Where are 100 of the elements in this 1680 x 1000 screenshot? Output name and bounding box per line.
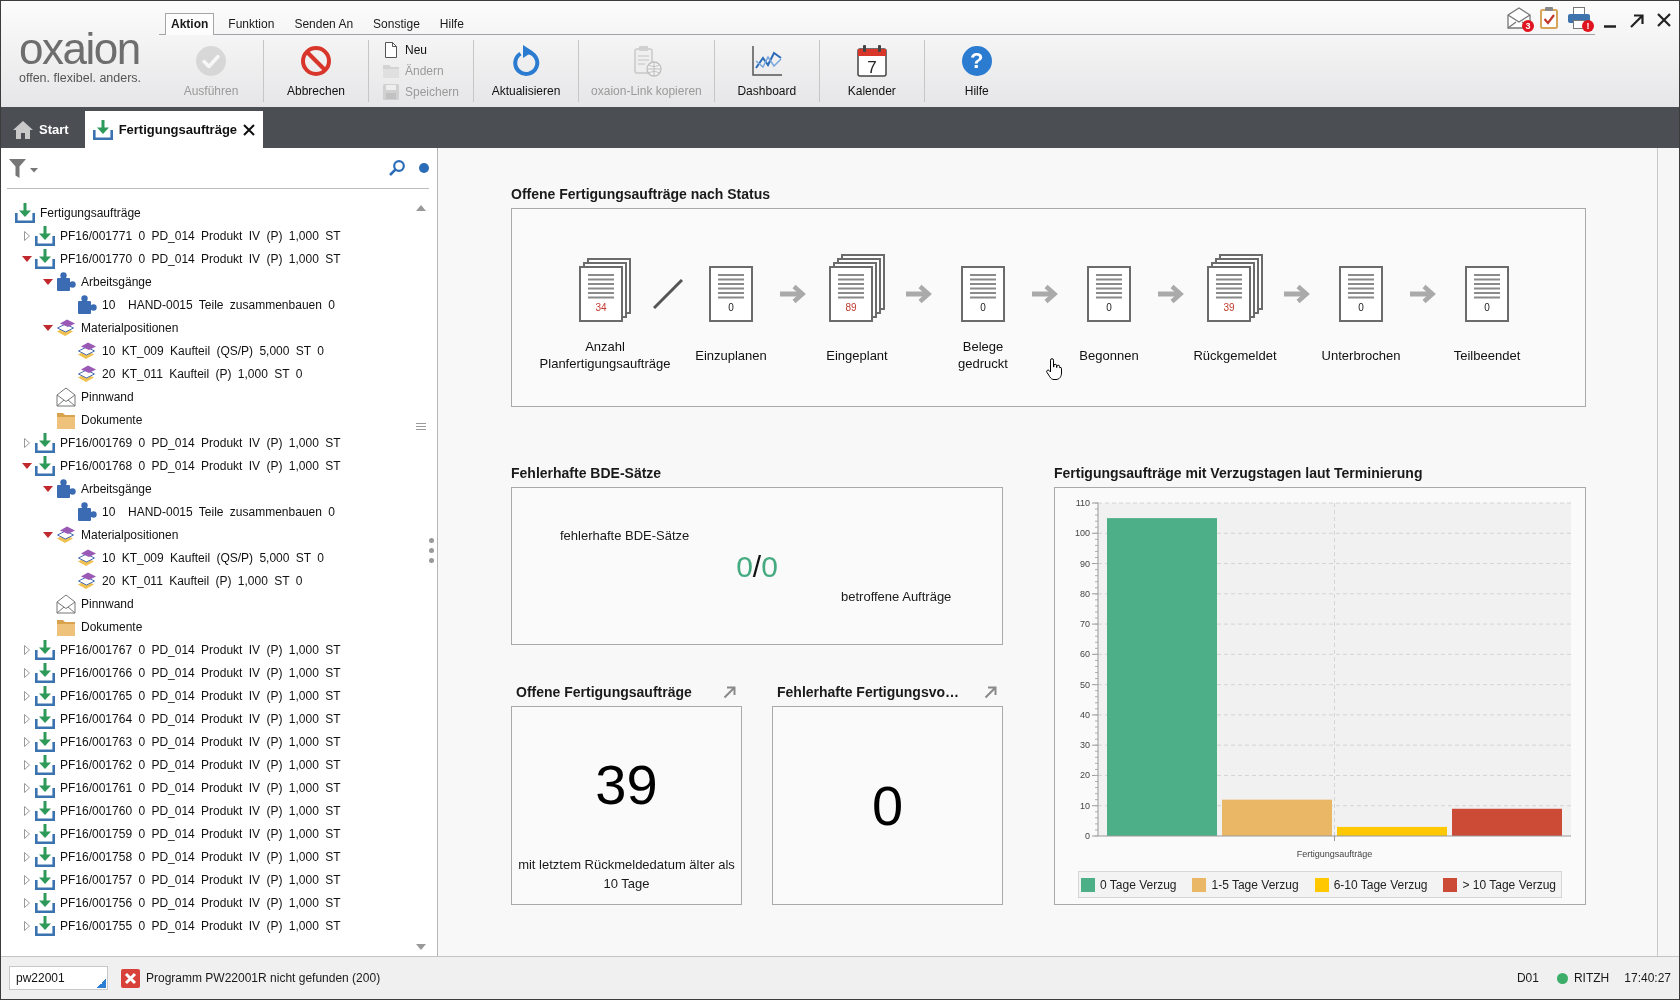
- scroll-up-icon[interactable]: [416, 205, 426, 211]
- tree-item[interactable]: PF16/001759 0 PD_014 Produkt IV (P) 1,000 ST: [60, 826, 341, 841]
- scroll-down-icon[interactable]: [416, 944, 426, 950]
- caret-right-icon[interactable]: [24, 437, 30, 448]
- caret-right-icon[interactable]: [24, 667, 30, 678]
- tree-item[interactable]: Arbeitsgänge: [81, 274, 152, 289]
- kpi-tile[interactable]: 39 mit letztem Rückmeldedatum älter als 10 Tage: [511, 706, 742, 905]
- tree-item[interactable]: PF16/001768 0 PD_014 Produkt IV (P) 1,000 ST: [60, 458, 341, 473]
- document-icon[interactable]: [1339, 266, 1383, 322]
- kpi-value: 39: [595, 754, 658, 816]
- tree-item[interactable]: Materialpositionen: [81, 527, 179, 542]
- tree-item[interactable]: Fertigungsaufträge: [40, 205, 141, 220]
- envelope-icon[interactable]: 3: [1507, 6, 1531, 29]
- caret-right-icon[interactable]: [24, 874, 30, 885]
- download-tray-icon: [35, 846, 55, 867]
- axis-tick-label: 0: [1085, 831, 1090, 841]
- tree-item[interactable]: PF16/001767 0 PD_014 Produkt IV (P) 1,000 ST: [60, 642, 341, 657]
- caret-right-icon[interactable]: [24, 736, 30, 747]
- toolbar-button[interactable]: Aktualisieren: [486, 44, 567, 98]
- menu-tab[interactable]: Sonstige: [367, 13, 426, 35]
- caret-right-icon[interactable]: [24, 782, 30, 793]
- menu-tab[interactable]: Hilfe: [433, 13, 470, 35]
- caret-right-icon[interactable]: [24, 644, 30, 655]
- caret-right-icon[interactable]: [24, 851, 30, 862]
- tree-item[interactable]: PF16/001760 0 PD_014 Produkt IV (P) 1,000 ST: [60, 803, 341, 818]
- toolbar-button[interactable]: ? Hilfe: [936, 44, 1017, 98]
- splitter-handle-icon[interactable]: [429, 538, 434, 563]
- menu-tab[interactable]: Aktion: [165, 13, 215, 35]
- tree-item[interactable]: 20 KT_011 Kaufteil (P) 1,000 ST 0: [102, 573, 303, 588]
- caret-right-icon[interactable]: [24, 230, 30, 241]
- close-icon[interactable]: [243, 123, 256, 136]
- tree-item[interactable]: PF16/001766 0 PD_014 Produkt IV (P) 1,000 ST: [60, 665, 341, 680]
- toolbar-button[interactable]: Dashboard: [726, 44, 807, 98]
- document-icon[interactable]: [1087, 266, 1131, 322]
- tree-item[interactable]: PF16/001763 0 PD_014 Produkt IV (P) 1,000 ST: [60, 734, 341, 749]
- caret-right-icon[interactable]: [24, 713, 30, 724]
- kpi-tile[interactable]: 0: [772, 706, 1003, 905]
- tree-item[interactable]: PF16/001755 0 PD_014 Produkt IV (P) 1,000 ST: [60, 918, 341, 933]
- caret-right-icon[interactable]: [24, 805, 30, 816]
- tree-item[interactable]: Dokumente: [81, 619, 143, 634]
- legend-label: 0 Tage Verzug: [1100, 877, 1177, 892]
- tree-item[interactable]: Pinnwand: [81, 596, 134, 611]
- document-icon[interactable]: [961, 266, 1005, 322]
- tree-item[interactable]: PF16/001770 0 PD_014 Produkt IV (P) 1,000 ST: [60, 251, 341, 266]
- document-stack-icon[interactable]: [1207, 254, 1263, 322]
- toolbar-button[interactable]: Neu: [383, 40, 427, 61]
- caret-right-icon[interactable]: [24, 759, 30, 770]
- caret-down-icon[interactable]: [43, 531, 53, 538]
- toolbar-button[interactable]: Abbrechen: [276, 44, 356, 98]
- tree-item[interactable]: Dokumente: [81, 412, 143, 427]
- tree-item[interactable]: 10 KT_009 Kaufteil (QS/P) 5,000 ST 0: [102, 550, 324, 565]
- caret-right-icon[interactable]: [24, 897, 30, 908]
- arrow-up-right-icon[interactable]: [1629, 13, 1645, 29]
- system-label: D01: [1516, 971, 1539, 985]
- tree-item[interactable]: 10 HAND-0015 Teile zusammenbauen 0: [102, 504, 335, 519]
- tree-item[interactable]: Arbeitsgänge: [81, 481, 152, 496]
- tree-item[interactable]: PF16/001764 0 PD_014 Produkt IV (P) 1,000 ST: [60, 711, 341, 726]
- toolbar-button[interactable]: 7 Kalender: [831, 44, 912, 98]
- search-icon[interactable]: [389, 160, 405, 176]
- axis-tick-label: 10: [1080, 800, 1090, 811]
- status-label: Teilbeendet: [1453, 346, 1521, 364]
- close-icon[interactable]: [1657, 13, 1671, 27]
- caret-down-icon[interactable]: [43, 324, 53, 331]
- document-stack-icon[interactable]: [829, 254, 885, 322]
- tree-item[interactable]: PF16/001758 0 PD_014 Produkt IV (P) 1,000 ST: [60, 849, 341, 864]
- document-tab[interactable]: Fertigungsaufträge: [84, 111, 264, 148]
- tree-item[interactable]: PF16/001765 0 PD_014 Produkt IV (P) 1,000 ST: [60, 688, 341, 703]
- caret-down-icon[interactable]: [43, 278, 53, 285]
- status-count: 0: [1106, 302, 1112, 314]
- caret-down-icon[interactable]: [22, 255, 32, 262]
- tree-item[interactable]: PF16/001757 0 PD_014 Produkt IV (P) 1,000 ST: [60, 872, 341, 887]
- tree-item[interactable]: 10 KT_009 Kaufteil (QS/P) 5,000 ST 0: [102, 343, 324, 358]
- tree-item[interactable]: PF16/001762 0 PD_014 Produkt IV (P) 1,000 ST: [60, 757, 341, 772]
- caret-down-icon[interactable]: [22, 462, 32, 469]
- download-tray-icon: [35, 708, 55, 729]
- caret-right-icon[interactable]: [24, 828, 30, 839]
- filter-icon[interactable]: [9, 158, 39, 178]
- dot-icon[interactable]: [419, 163, 429, 173]
- command-field[interactable]: pw22001: [9, 966, 108, 990]
- tree-item[interactable]: PF16/001761 0 PD_014 Produkt IV (P) 1,000 ST: [60, 780, 341, 795]
- tree-item[interactable]: Pinnwand: [81, 389, 134, 404]
- caret-down-icon[interactable]: [43, 485, 53, 492]
- document-stack-icon[interactable]: [579, 258, 631, 322]
- document-icon[interactable]: [1465, 266, 1509, 322]
- tree-item[interactable]: 20 KT_011 Kaufteil (P) 1,000 ST 0: [102, 366, 303, 381]
- menu-tab[interactable]: Funktion: [222, 13, 281, 35]
- menu-tab[interactable]: Senden An: [288, 13, 360, 35]
- drag-handle-icon[interactable]: [416, 423, 426, 430]
- caret-right-icon[interactable]: [24, 690, 30, 701]
- document-icon[interactable]: [709, 266, 753, 322]
- tree-item[interactable]: PF16/001769 0 PD_014 Produkt IV (P) 1,000 ST: [60, 435, 341, 450]
- help-icon: ?: [961, 45, 992, 76]
- tree-item[interactable]: PF16/001771 0 PD_014 Produkt IV (P) 1,000 ST: [60, 228, 341, 243]
- clipboard-check-icon[interactable]: [1537, 6, 1561, 29]
- tree-item[interactable]: Materialpositionen: [81, 320, 179, 335]
- tree-item[interactable]: 10 HAND-0015 Teile zusammenbauen 0: [102, 297, 335, 312]
- caret-right-icon[interactable]: [24, 920, 30, 931]
- tree-item[interactable]: PF16/001756 0 PD_014 Produkt IV (P) 1,000 ST: [60, 895, 341, 910]
- document-tab[interactable]: Start: [5, 111, 77, 148]
- status-count: 34: [595, 302, 607, 314]
